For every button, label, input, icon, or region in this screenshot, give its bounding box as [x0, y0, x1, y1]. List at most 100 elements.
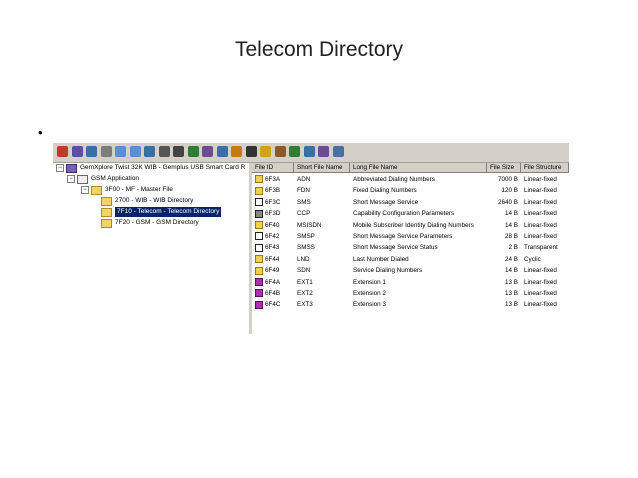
open-icon[interactable] [57, 146, 68, 157]
tree-node-mf[interactable]: − 3F00 - MF - Master File [81, 185, 173, 195]
short-file-name: FDN [297, 187, 310, 195]
file-id-cell: 6F3A [255, 174, 293, 185]
table-row[interactable]: 6F3C SMS Short Message Service 2640 B Linear… [252, 197, 569, 208]
table-row[interactable]: 6F3B FDN Fixed Dialing Numbers 120 B Linear-… [252, 185, 569, 196]
file-id-cell: 6F43 [255, 242, 293, 253]
file-structure: Linear-fixed [524, 198, 557, 206]
file-structure: Linear-fixed [524, 278, 557, 286]
find-icon[interactable] [231, 146, 242, 157]
sms-file-icon [255, 232, 263, 241]
file-id-cell: 6F42 [255, 231, 293, 242]
lock-icon[interactable] [274, 146, 286, 157]
table-row[interactable]: 6F4B EXT2 Extension 2 13 B Linear-fixed [252, 288, 569, 299]
table-row[interactable]: 6F44 LND Last Number Dialed 24 B Cyclic [252, 254, 569, 265]
long-file-name: Extension 3 [353, 301, 386, 309]
long-file-name: Short Message Service Parameters [353, 233, 453, 240]
pin-icon[interactable] [187, 146, 199, 157]
filter-icon[interactable] [173, 146, 184, 157]
key-file-icon [255, 186, 263, 195]
short-file-name: SMSP [297, 233, 315, 240]
file-id-cell: 6F40 [255, 220, 293, 231]
bullet-point: • [38, 125, 43, 140]
toolbar [53, 143, 569, 163]
table-row[interactable]: 6F3D CCP Capability Configuration Paramete… [252, 208, 569, 219]
tag-icon[interactable] [289, 146, 300, 157]
file-structure: Linear-fixed [524, 301, 557, 309]
save-icon[interactable] [86, 146, 97, 157]
tree-node-gsm-application[interactable]: − GSM Application [67, 174, 139, 184]
table-row[interactable]: 6F40 MSISDN Mobile Subscriber Identity Dia… [252, 220, 569, 231]
long-file-name: Fixed Dialing Numbers [353, 187, 417, 195]
file-id-cell: 6F44 [255, 254, 293, 265]
file-id: 6F4B [265, 290, 281, 297]
key-icon[interactable] [260, 146, 271, 157]
long-file-name: Extension 2 [353, 290, 386, 297]
long-file-name: Short Message Service [353, 198, 419, 206]
table-row[interactable]: 6F43 SMSS Short Message Service Status 2 B T… [252, 242, 569, 253]
short-file-name: LND [297, 255, 310, 263]
file-size: 13 B [505, 301, 518, 309]
collapse-icon[interactable]: − [56, 164, 64, 172]
tree-node-wib[interactable]: 2700 - WIB - WIB Directory [101, 196, 193, 206]
sms-file-icon [255, 198, 263, 207]
column-header-long-name[interactable]: Long File Name [350, 163, 487, 173]
new-file-icon[interactable] [144, 146, 155, 157]
short-file-name: EXT2 [297, 290, 313, 297]
view-icon[interactable] [216, 146, 228, 157]
table-row[interactable]: 6F42 SMSP Short Message Service Parameters… [252, 231, 569, 242]
file-id: 6F4C [265, 301, 281, 309]
short-file-name: MSISDN [297, 221, 322, 229]
file-structure: Linear-fixed [524, 210, 557, 218]
file-size: 7000 B [498, 176, 518, 183]
file-id: 6F3D [265, 210, 281, 218]
settings-icon[interactable] [332, 146, 344, 157]
print-icon[interactable] [100, 146, 112, 157]
tree-label-gsm: 7F20 - GSM - GSM Directory [115, 219, 199, 226]
folder-icon [101, 207, 112, 217]
file-id-cell: 6F4A [255, 277, 293, 288]
binoculars-icon[interactable] [245, 146, 257, 157]
long-file-name: Abbreviated Dialing Numbers [353, 176, 435, 183]
table-row[interactable]: 6F3A ADN Abbreviated Dialing Numbers 7000 B… [252, 174, 569, 185]
short-file-name: SDN [297, 267, 311, 275]
tree-label-root: GemXplore Twist 32K WIB - Gemplus USB Sm… [80, 164, 246, 171]
column-header-short-name[interactable]: Short File Name [294, 163, 350, 173]
file-size: 2 B [508, 244, 518, 252]
search-icon[interactable] [158, 146, 170, 157]
file-id-cell: 6F3D [255, 208, 293, 219]
tree-node-telecom[interactable]: 7F10 - Telecom - Telecom Directory [101, 207, 222, 217]
folder-icon [101, 218, 112, 228]
column-header-file-size[interactable]: File Size [487, 163, 521, 173]
tree-label-wib: 2700 - WIB - WIB Directory [115, 197, 194, 204]
table-row[interactable]: 6F4C EXT3 Extension 3 13 B Linear-fixed [252, 299, 569, 310]
file-id: 6F40 [265, 221, 280, 229]
file-structure: Cyclic [524, 255, 541, 263]
file-id: 6F4A [265, 278, 281, 286]
copy-icon[interactable] [115, 146, 126, 157]
card-icon[interactable] [71, 146, 83, 157]
brush-icon[interactable] [318, 146, 329, 157]
file-id-cell: 6F4C [255, 299, 293, 310]
smart-card-icon [66, 163, 77, 173]
collapse-icon[interactable]: − [67, 175, 75, 183]
slide-title: Telecom Directory [234, 38, 404, 61]
help-icon[interactable] [303, 146, 315, 157]
file-structure: Linear-fixed [524, 233, 557, 240]
column-header-file-id[interactable]: File ID [252, 163, 294, 173]
collapse-icon[interactable]: − [81, 186, 89, 194]
tree-label-gsm-application: GSM Application [91, 175, 140, 182]
file-size: 14 B [505, 221, 518, 229]
tree-node-gsm[interactable]: 7F20 - GSM - GSM Directory [101, 218, 199, 228]
file-size: 28 B [505, 233, 518, 240]
tree-node-root[interactable]: − GemXplore Twist 32K WIB - Gemplus USB … [56, 163, 245, 173]
table-row[interactable]: 6F4A EXT1 Extension 1 13 B Linear-fixed [252, 277, 569, 288]
file-size: 13 B [505, 278, 518, 286]
file-id: 6F3A [265, 176, 281, 183]
column-header-file-structure[interactable]: File Structure [521, 163, 569, 173]
edit-icon[interactable] [202, 146, 213, 157]
folder-open-icon [91, 185, 102, 195]
directory-tree: − GemXplore Twist 32K WIB - Gemplus USB … [53, 163, 248, 334]
file-size: 120 B [501, 187, 518, 195]
paste-icon[interactable] [129, 146, 141, 157]
table-row[interactable]: 6F49 SDN Service Dialing Numbers 14 B Linear… [252, 265, 569, 276]
